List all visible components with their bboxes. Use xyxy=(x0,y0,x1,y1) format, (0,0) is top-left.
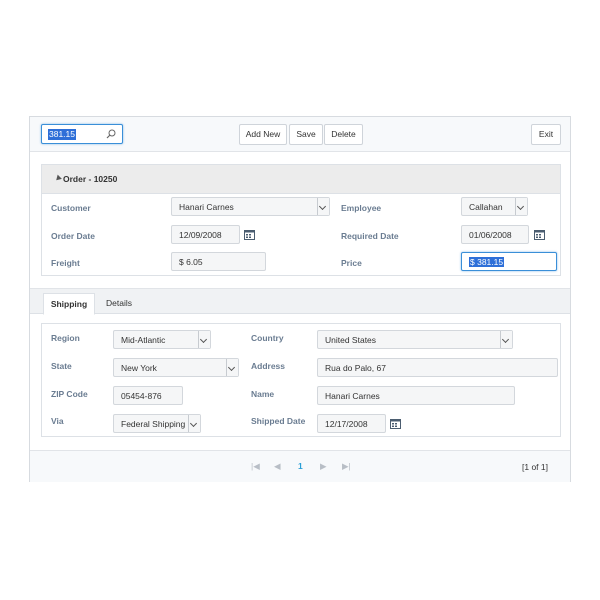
shipping-panel: Region Mid-Atlantic Country United State… xyxy=(41,323,561,437)
first-page-icon[interactable]: |◀ xyxy=(251,461,260,472)
pager: |◀ ◀ 1 ▶ ▶| [1 of 1] xyxy=(30,450,570,482)
calendar-icon[interactable] xyxy=(534,229,545,240)
delete-button[interactable]: Delete xyxy=(324,124,363,145)
country-select[interactable]: United States xyxy=(317,330,513,349)
order-date-value: 12/09/2008 xyxy=(179,230,222,240)
price-field[interactable]: $ 381.15 xyxy=(461,252,557,271)
freight-label: Freight xyxy=(51,258,80,268)
address-field[interactable]: Rua do Palo, 67 xyxy=(317,358,558,377)
zip-label: ZIP Code xyxy=(51,389,88,399)
last-page-icon[interactable]: ▶| xyxy=(342,461,351,472)
save-button[interactable]: Save xyxy=(289,124,323,145)
chevron-down-icon[interactable] xyxy=(317,198,329,215)
freight-field[interactable]: $ 6.05 xyxy=(171,252,266,271)
order-date-field[interactable]: 12/09/2008 xyxy=(171,225,240,244)
order-panel: Order - 10250 Customer Hanari Carnes Emp… xyxy=(41,164,561,276)
chevron-down-icon[interactable] xyxy=(500,331,512,348)
via-label: Via xyxy=(51,416,64,426)
order-date-label: Order Date xyxy=(51,231,95,241)
name-label: Name xyxy=(251,389,275,399)
region-label: Region xyxy=(51,333,80,343)
calendar-icon[interactable] xyxy=(390,418,401,429)
address-value: Rua do Palo, 67 xyxy=(325,363,386,373)
price-value: $ 381.15 xyxy=(469,257,505,267)
zip-field[interactable]: 05454-876 xyxy=(113,386,183,405)
via-value: Federal Shipping xyxy=(121,419,186,429)
search-icon[interactable] xyxy=(105,128,117,140)
toolbar: 381.15 Add New Save Delete Exit xyxy=(30,117,570,152)
calendar-icon[interactable] xyxy=(244,229,255,240)
state-label: State xyxy=(51,361,72,371)
next-page-icon[interactable]: ▶ xyxy=(320,461,327,472)
page-info: [1 of 1] xyxy=(522,462,548,472)
country-value: United States xyxy=(325,335,377,345)
search-input-value: 381.15 xyxy=(48,129,76,140)
state-value: New York xyxy=(121,363,157,373)
order-title: Order - 10250 xyxy=(63,174,118,184)
search-input[interactable]: 381.15 xyxy=(41,124,123,144)
chevron-down-icon[interactable] xyxy=(226,359,238,376)
customer-value: Hanari Carnes xyxy=(179,202,234,212)
required-date-value: 01/06/2008 xyxy=(469,230,512,240)
country-label: Country xyxy=(251,333,284,343)
add-new-button[interactable]: Add New xyxy=(239,124,287,145)
collapse-triangle-icon[interactable] xyxy=(54,174,62,183)
required-date-label: Required Date xyxy=(341,231,399,241)
exit-button[interactable]: Exit xyxy=(531,124,561,145)
chevron-down-icon[interactable] xyxy=(515,198,527,215)
employee-value: Callahan xyxy=(469,202,503,212)
tab-details[interactable]: Details xyxy=(98,293,140,313)
via-select[interactable]: Federal Shipping xyxy=(113,414,201,433)
freight-value: $ 6.05 xyxy=(179,257,203,267)
name-field[interactable]: Hanari Carnes xyxy=(317,386,515,405)
region-select[interactable]: Mid-Atlantic xyxy=(113,330,211,349)
shipped-date-label: Shipped Date xyxy=(251,416,306,426)
order-panel-header[interactable]: Order - 10250 xyxy=(42,165,560,194)
chevron-down-icon[interactable] xyxy=(188,415,200,432)
tab-shipping[interactable]: Shipping xyxy=(43,293,95,315)
employee-label: Employee xyxy=(341,203,382,213)
address-label: Address xyxy=(251,361,286,371)
required-date-field[interactable]: 01/06/2008 xyxy=(461,225,529,244)
shipped-date-field[interactable]: 12/17/2008 xyxy=(317,414,386,433)
prev-page-icon[interactable]: ◀ xyxy=(274,461,281,472)
shipped-date-value: 12/17/2008 xyxy=(325,419,368,429)
price-label: Price xyxy=(341,258,362,268)
customer-label: Customer xyxy=(51,203,91,213)
region-value: Mid-Atlantic xyxy=(121,335,166,345)
order-form-window: 381.15 Add New Save Delete Exit Order - … xyxy=(29,116,571,482)
tab-bar: Shipping Details xyxy=(30,288,570,315)
employee-select[interactable]: Callahan xyxy=(461,197,528,216)
state-select[interactable]: New York xyxy=(113,358,239,377)
name-value: Hanari Carnes xyxy=(325,391,380,401)
zip-value: 05454-876 xyxy=(121,391,162,401)
customer-select[interactable]: Hanari Carnes xyxy=(171,197,330,216)
chevron-down-icon[interactable] xyxy=(198,331,210,348)
current-page[interactable]: 1 xyxy=(298,461,303,471)
